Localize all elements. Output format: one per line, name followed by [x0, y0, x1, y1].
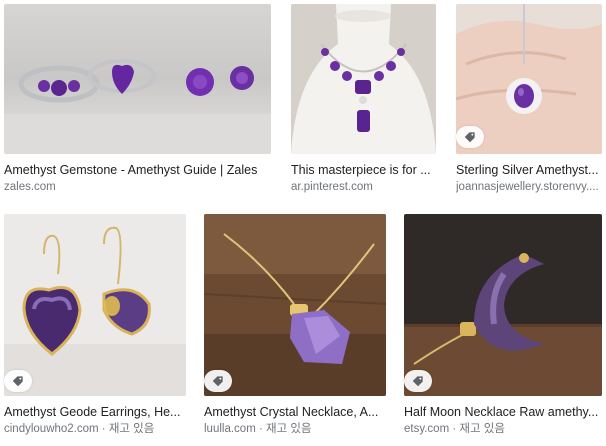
price-tag-icon: [12, 376, 23, 387]
result-image-5[interactable]: [204, 214, 386, 396]
result-image-6[interactable]: [404, 214, 602, 396]
result-card-5[interactable]: Amethyst Crystal Necklace, A... luulla.c…: [204, 214, 386, 442]
result-source-5[interactable]: luulla.com · 재고 있음: [204, 422, 384, 437]
price-tag-badge-6: [404, 370, 432, 392]
result-source-4[interactable]: cindylouwho2.com · 재고 있음: [4, 422, 184, 437]
result-source-domain-2: ar.pinterest.com: [291, 181, 373, 193]
result-title-3[interactable]: Sterling Silver Amethyst...: [456, 162, 600, 178]
result-source-domain-6: etsy.com: [404, 423, 450, 435]
result-title-4[interactable]: Amethyst Geode Earrings, He...: [4, 404, 184, 420]
price-tag-icon: [412, 376, 423, 387]
result-source-3[interactable]: joannasjewellery.storenvy....: [456, 180, 600, 195]
result-image-2[interactable]: [291, 4, 436, 154]
result-image-1[interactable]: [4, 4, 271, 154]
result-source-domain-1: zales.com: [4, 181, 56, 193]
result-source-domain-5: luulla.com: [204, 423, 256, 435]
result-source-2[interactable]: ar.pinterest.com: [291, 180, 436, 195]
result-source-6[interactable]: etsy.com · 재고 있음: [404, 422, 600, 437]
result-title-6[interactable]: Half Moon Necklace Raw amethy...: [404, 404, 600, 420]
result-card-2[interactable]: This masterpiece is for ... ar.pinterest…: [291, 4, 436, 194]
result-source-domain-4: cindylouwho2.com: [4, 423, 99, 435]
result-source-domain-3: joannasjewellery.storenvy....: [456, 181, 599, 193]
price-tag-badge-5: [204, 370, 232, 392]
result-card-4[interactable]: Amethyst Geode Earrings, He... cindylouw…: [4, 214, 186, 442]
result-stock-4: · 재고 있음: [98, 423, 155, 435]
result-stock-5: · 재고 있음: [255, 423, 312, 435]
result-stock-6: · 재고 있음: [449, 423, 505, 435]
result-card-6[interactable]: Half Moon Necklace Raw amethy... etsy.co…: [404, 214, 602, 442]
price-tag-badge-3: [456, 126, 484, 148]
result-title-5[interactable]: Amethyst Crystal Necklace, A...: [204, 404, 384, 420]
result-card-1[interactable]: Amethyst Gemstone - Amethyst Guide | Zal…: [4, 4, 271, 194]
result-title-1[interactable]: Amethyst Gemstone - Amethyst Guide | Zal…: [4, 162, 269, 178]
result-card-3[interactable]: Sterling Silver Amethyst... joannasjewel…: [456, 4, 602, 194]
price-tag-badge-4: [4, 370, 32, 392]
result-source-1[interactable]: zales.com: [4, 180, 269, 195]
price-tag-icon: [464, 132, 475, 143]
price-tag-icon: [212, 376, 223, 387]
result-image-4[interactable]: [4, 214, 186, 396]
result-title-2[interactable]: This masterpiece is for ...: [291, 162, 436, 178]
